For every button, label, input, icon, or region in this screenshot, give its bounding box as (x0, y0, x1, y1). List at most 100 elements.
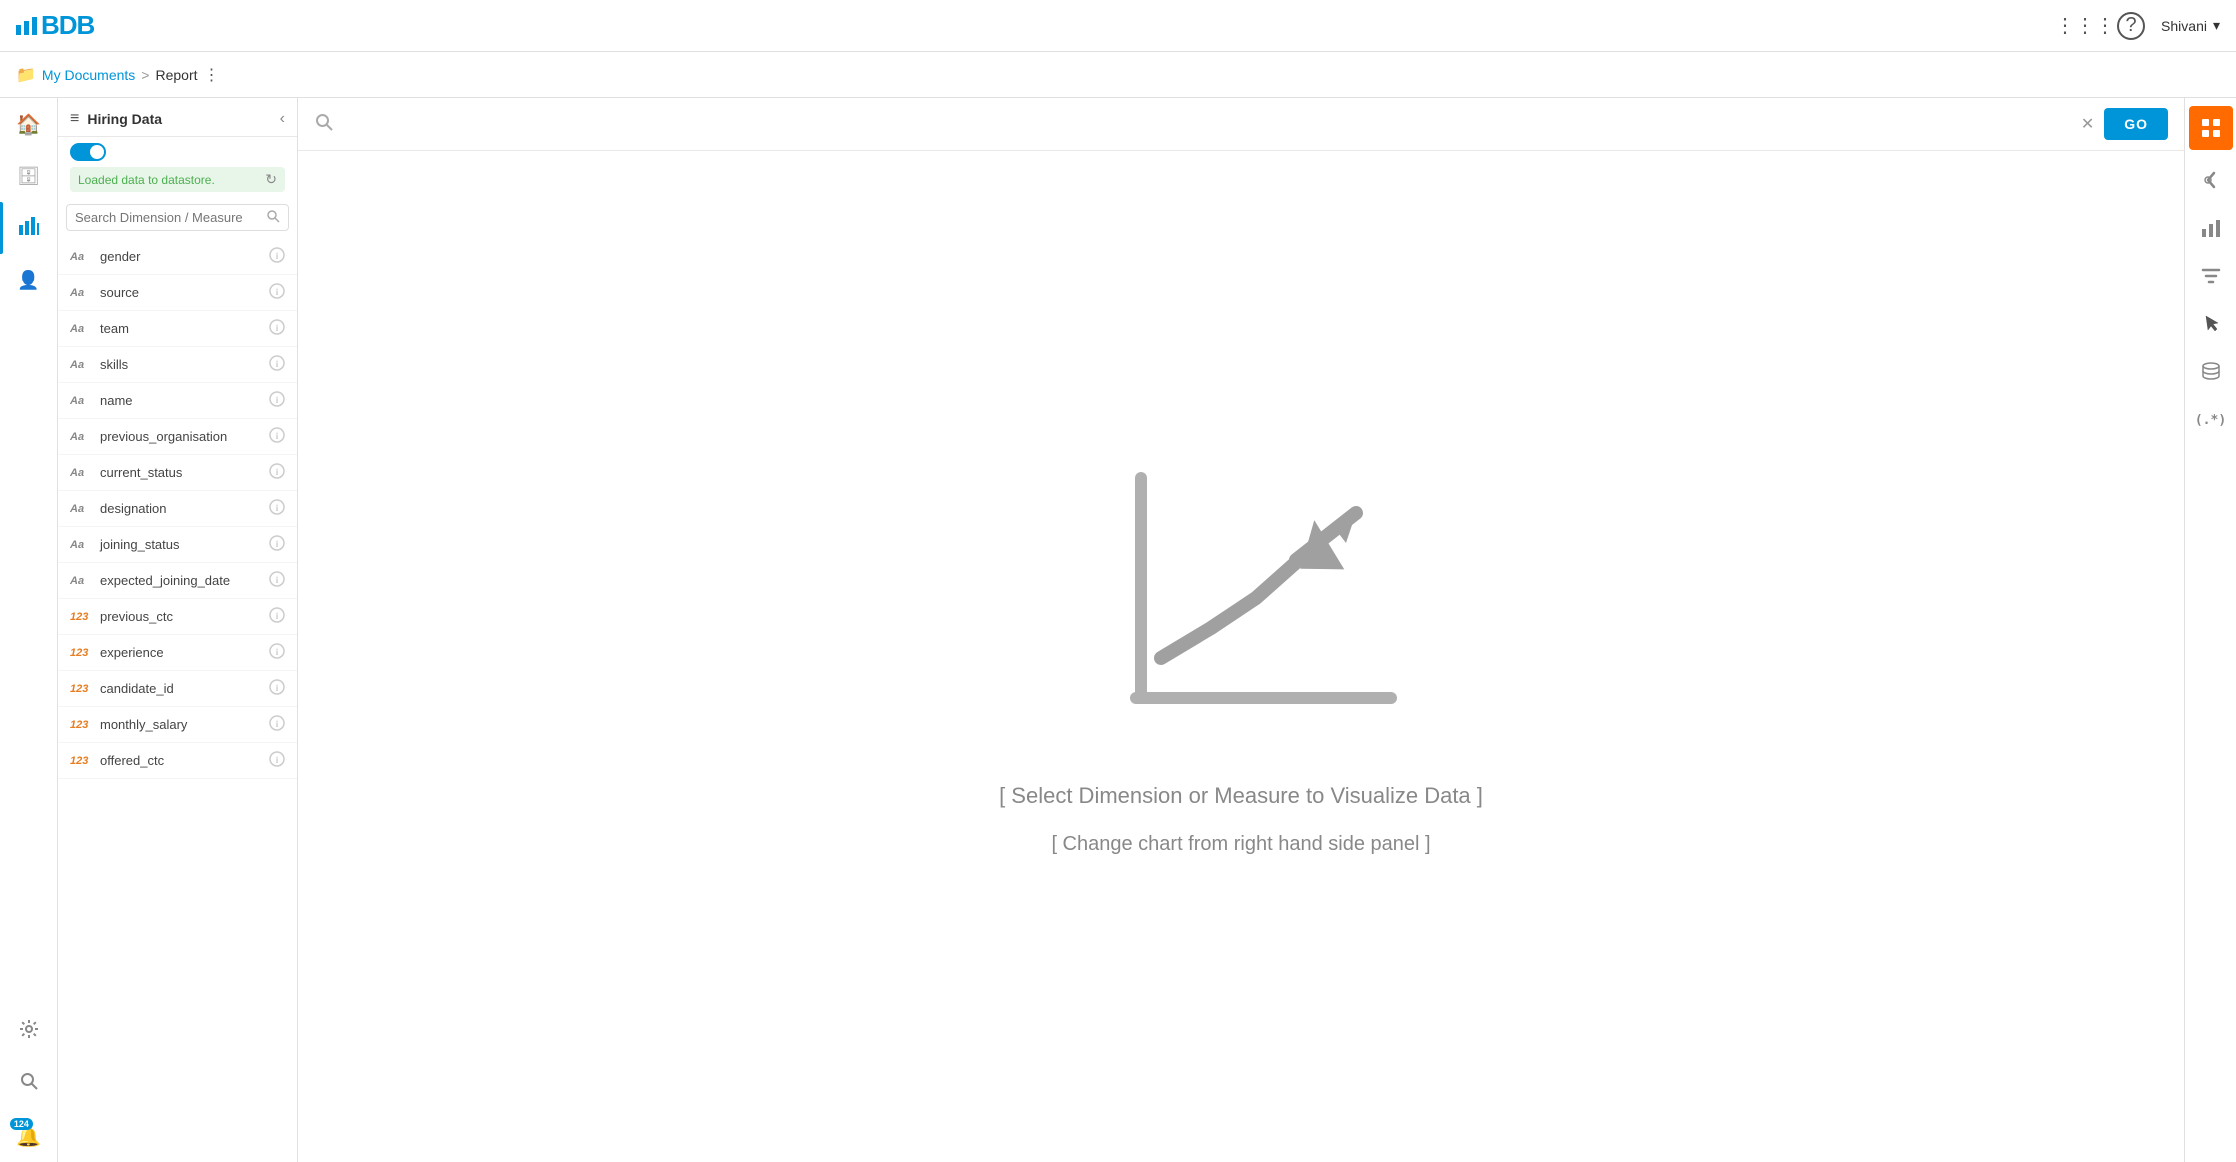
dim-info-icon[interactable]: i (269, 715, 285, 734)
sidebar-item-database[interactable]: 🗄 (0, 150, 57, 202)
dimension-list-item[interactable]: Aa name i (58, 383, 297, 419)
go-button[interactable]: GO (2104, 108, 2168, 140)
dim-info-icon[interactable]: i (269, 319, 285, 338)
dim-name: previous_organisation (100, 429, 261, 444)
dimension-list-item[interactable]: Aa joining_status i (58, 527, 297, 563)
dim-name: source (100, 285, 261, 300)
dimension-list-item[interactable]: 123 previous_ctc i (58, 599, 297, 635)
breadcrumb-separator: > (141, 67, 149, 83)
dim-type-badge: Aa (70, 359, 92, 371)
dimension-list-item[interactable]: Aa expected_joining_date i (58, 563, 297, 599)
dim-info-icon[interactable]: i (269, 679, 285, 698)
dimension-list-item[interactable]: Aa gender i (58, 239, 297, 275)
sidebar-item-search[interactable] (16, 1058, 41, 1110)
sidebar-item-settings[interactable] (16, 1006, 41, 1058)
sidebar-item-bell[interactable]: 🔔 124 (16, 1110, 41, 1162)
svg-text:i: i (276, 323, 279, 333)
loaded-badge: Loaded data to datastore. ↻ (70, 167, 285, 192)
svg-text:i: i (276, 575, 279, 585)
dimension-search-input[interactable] (75, 210, 260, 225)
home-icon: 🏠 (16, 112, 41, 137)
svg-text:i: i (276, 503, 279, 513)
right-panel-bar-chart-icon[interactable] (2189, 206, 2233, 250)
logo-bars (16, 17, 37, 35)
chart-icon (18, 215, 40, 242)
right-panel-back-icon[interactable] (2189, 158, 2233, 202)
dimension-list-item[interactable]: Aa source i (58, 275, 297, 311)
dimension-list-item[interactable]: Aa previous_organisation i (58, 419, 297, 455)
dim-name: joining_status (100, 537, 261, 552)
refresh-icon[interactable]: ↻ (265, 171, 277, 188)
dim-type-badge: Aa (70, 503, 92, 515)
right-panel-stack-icon[interactable] (2189, 350, 2233, 394)
dimension-list-item[interactable]: Aa designation i (58, 491, 297, 527)
dim-info-icon[interactable]: i (269, 463, 285, 482)
breadcrumb-parent[interactable]: My Documents (42, 67, 135, 83)
dimension-list-item[interactable]: Aa current_status i (58, 455, 297, 491)
dim-name: current_status (100, 465, 261, 480)
data-toggle[interactable] (70, 143, 106, 161)
dim-info-icon[interactable]: i (269, 535, 285, 554)
svg-text:i: i (276, 683, 279, 693)
dim-name: candidate_id (100, 681, 261, 696)
dim-info-icon[interactable]: i (269, 751, 285, 770)
search-box-icon (266, 209, 280, 226)
dim-name: expected_joining_date (100, 573, 261, 588)
dim-name: team (100, 321, 261, 336)
dim-info-icon[interactable]: i (269, 499, 285, 518)
dimension-list-item[interactable]: 123 experience i (58, 635, 297, 671)
sidebar-item-user[interactable]: 👤 (0, 254, 57, 306)
right-panel-regex-icon[interactable]: (.*) (2189, 398, 2233, 442)
sidebar-bottom: 🔔 124 (16, 606, 41, 1162)
right-panel-filter-icon[interactable] (2189, 254, 2233, 298)
dimension-list-item[interactable]: 123 candidate_id i (58, 671, 297, 707)
dim-name: designation (100, 501, 261, 516)
app-logo: BDB (16, 10, 94, 41)
dim-type-badge: 123 (70, 755, 92, 767)
svg-text:i: i (276, 431, 279, 441)
dimension-list-item[interactable]: Aa skills i (58, 347, 297, 383)
right-panel-pointer-icon[interactable] (2189, 302, 2233, 346)
dim-type-badge: 123 (70, 719, 92, 731)
dim-info-icon[interactable]: i (269, 427, 285, 446)
dim-info-icon[interactable]: i (269, 607, 285, 626)
dim-info-icon[interactable]: i (269, 571, 285, 590)
grid-menu-icon[interactable]: ⋮⋮⋮ (2069, 10, 2101, 42)
main-search-input[interactable] (344, 116, 2071, 132)
breadcrumb-folder-icon: 📁 (16, 65, 36, 85)
dim-info-icon[interactable]: i (269, 355, 285, 374)
dimension-list-item[interactable]: Aa team i (58, 311, 297, 347)
dim-name: experience (100, 645, 261, 660)
data-panel-close-icon[interactable]: ‹ (280, 110, 285, 128)
dim-info-icon[interactable]: i (269, 247, 285, 266)
svg-text:i: i (276, 647, 279, 657)
data-title-icon: ≡ (70, 110, 79, 128)
dim-info-icon[interactable]: i (269, 391, 285, 410)
dim-type-badge: Aa (70, 287, 92, 299)
main-content: ✕ GO [ Select Dimension or Measure to Vi… (298, 98, 2184, 1162)
user-chevron-icon: ▾ (2213, 17, 2220, 34)
breadcrumb-more-icon[interactable]: ⋮ (204, 65, 220, 85)
dimension-list-item[interactable]: 123 monthly_salary i (58, 707, 297, 743)
dim-type-badge: Aa (70, 575, 92, 587)
svg-text:i: i (276, 251, 279, 261)
dim-info-icon[interactable]: i (269, 643, 285, 662)
dim-type-badge: Aa (70, 467, 92, 479)
dim-type-badge: Aa (70, 431, 92, 443)
svg-text:i: i (276, 395, 279, 405)
dimension-search-box[interactable] (66, 204, 289, 231)
user-menu[interactable]: Shivani ▾ (2161, 17, 2220, 34)
sidebar-item-chart[interactable] (0, 202, 57, 254)
svg-text:i: i (276, 287, 279, 297)
data-panel-header: ≡ Hiring Data ‹ (58, 98, 297, 137)
sidebar-item-home[interactable]: 🏠 (0, 98, 57, 150)
top-nav-right: ⋮⋮⋮ ? Shivani ▾ (2069, 10, 2220, 42)
user-name: Shivani (2161, 18, 2207, 34)
search-clear-icon[interactable]: ✕ (2081, 114, 2094, 134)
right-panel-orange-icon[interactable] (2189, 106, 2233, 150)
dim-info-icon[interactable]: i (269, 283, 285, 302)
search-icon (19, 1071, 39, 1097)
help-icon[interactable]: ? (2117, 12, 2145, 40)
dimension-list-item[interactable]: 123 offered_ctc i (58, 743, 297, 779)
svg-text:i: i (276, 539, 279, 549)
